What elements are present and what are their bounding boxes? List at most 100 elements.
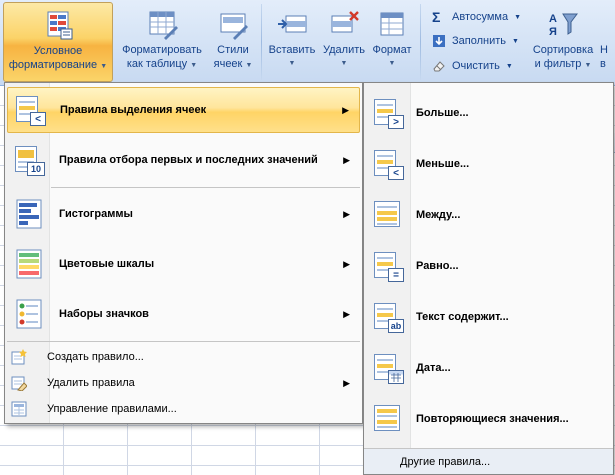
menu-item-label: Цветовые шкалы	[59, 258, 155, 270]
submenu-arrow-icon: ▶	[343, 154, 350, 165]
menu-item-label: Гистограммы	[59, 208, 133, 220]
autosum-button[interactable]: Σ Автосумма ▼	[432, 6, 521, 28]
find-label-2: в	[600, 58, 606, 70]
menu-item-data-bars[interactable]: Гистограммы ▶	[7, 191, 360, 237]
fill-button[interactable]: Заполнить ▼	[432, 30, 519, 52]
delete-cells-icon	[328, 8, 360, 40]
delete-label: Удалить	[323, 44, 365, 56]
dropdown-caret-icon: ▼	[388, 60, 396, 67]
cell-styles-button[interactable]: Стили ячеек ▼	[208, 2, 258, 82]
submenu-item-label: Дата...	[416, 362, 451, 374]
ribbon: Условное форматирование ▼ Форматировать …	[0, 0, 615, 86]
menu-separator	[7, 341, 360, 342]
menu-item-label: Создать правило...	[47, 351, 144, 363]
eraser-icon	[432, 59, 446, 73]
submenu-item-date-occurring[interactable]: Дата...	[366, 348, 611, 388]
dropdown-caret-icon: ▼	[100, 63, 108, 70]
dropdown-caret-icon: ▼	[512, 37, 519, 45]
submenu-item-label: Меньше...	[416, 158, 470, 170]
menu-item-icon-sets[interactable]: Наборы значков ▶	[7, 291, 360, 337]
data-bars-icon	[13, 198, 45, 230]
menu-item-label: Правила отбора первых и последних значен…	[59, 154, 318, 166]
menu-item-manage-rules[interactable]: Управление правилами...	[7, 397, 360, 421]
insert-cells-icon	[276, 8, 308, 40]
submenu-item-label: Больше...	[416, 107, 469, 119]
fill-label: Заполнить	[452, 35, 507, 47]
submenu-item-equal-to[interactable]: = Равно...	[366, 246, 611, 286]
cell-styles-label-1: Стили	[217, 44, 249, 56]
dropdown-caret-icon: ▼	[245, 62, 253, 69]
menu-item-label: Удалить правила	[47, 377, 135, 389]
submenu-item-between[interactable]: Между...	[366, 195, 611, 235]
new-rule-icon	[11, 349, 27, 365]
format-button[interactable]: Формат ▼	[369, 2, 415, 82]
ribbon-group-separator	[261, 4, 262, 80]
submenu-item-text-contains[interactable]: ab Текст содержит...	[366, 297, 611, 337]
menu-item-highlight-cells-rules[interactable]: < Правила выделения ячеек ▶	[7, 87, 360, 133]
dropdown-caret-icon: ▼	[584, 62, 592, 69]
find-label-1: Н	[600, 44, 608, 56]
highlight-cells-rules-icon: <	[14, 94, 46, 126]
autosum-label: Автосумма	[452, 11, 509, 23]
delete-button[interactable]: Удалить ▼	[319, 2, 369, 82]
submenu-item-less-than[interactable]: < Меньше...	[366, 144, 611, 184]
manage-rules-icon	[11, 401, 27, 417]
between-icon	[372, 199, 404, 231]
menu-item-label: Наборы значков	[59, 308, 149, 320]
conditional-formatting-menu: < Правила выделения ячеек ▶ 10 Правила о…	[4, 82, 363, 424]
format-label: Формат	[372, 44, 412, 56]
less-than-icon: <	[372, 148, 404, 180]
insert-button[interactable]: Вставить ▼	[265, 2, 319, 82]
sort-filter-label-1: Сортировка	[532, 44, 594, 56]
menu-item-color-scales[interactable]: Цветовые шкалы ▶	[7, 241, 360, 287]
submenu-item-duplicate-values[interactable]: Повторяющиеся значения...	[366, 399, 611, 439]
dropdown-caret-icon: ▼	[190, 62, 198, 69]
submenu-arrow-icon: ▶	[343, 308, 350, 319]
submenu-item-label: Между...	[416, 209, 461, 221]
menu-item-label: Управление правилами...	[47, 403, 177, 415]
svg-text:A: A	[549, 13, 557, 25]
find-select-button[interactable]: Н в	[600, 2, 615, 82]
cell-styles-icon	[217, 8, 249, 40]
format-as-table-label-1: Форматировать	[122, 44, 202, 56]
conditional-formatting-label-2: форматирование ▼	[8, 59, 108, 71]
menu-item-new-rule[interactable]: Создать правило...	[7, 345, 360, 369]
dropdown-caret-icon: ▼	[514, 13, 522, 21]
color-scales-icon	[13, 248, 45, 280]
cell-styles-label-2: ячеек ▼	[213, 58, 253, 70]
fill-down-icon	[432, 34, 446, 48]
format-cells-icon	[376, 8, 408, 40]
submenu-arrow-icon: ▶	[343, 377, 350, 388]
more-rules-label: Другие правила...	[400, 455, 491, 468]
dropdown-caret-icon: ▼	[340, 60, 348, 67]
clear-label: Очистить	[452, 60, 500, 72]
format-as-table-button[interactable]: Форматировать как таблицу ▼	[116, 2, 208, 82]
text-contains-icon: ab	[372, 301, 404, 333]
submenu-item-label: Равно...	[416, 260, 459, 272]
duplicate-values-icon	[372, 403, 404, 435]
submenu-item-label: Повторяющиеся значения...	[416, 413, 569, 425]
highlight-cells-rules-submenu: > Больше... < Меньше... Между... = Равно…	[363, 82, 614, 475]
sort-filter-icon: A Я	[547, 8, 579, 40]
conditional-formatting-label-1: Условное	[33, 45, 83, 57]
submenu-item-more-rules[interactable]: Другие правила...	[364, 448, 613, 474]
insert-label: Вставить	[268, 44, 316, 56]
submenu-item-greater-than[interactable]: > Больше...	[366, 93, 611, 133]
clear-button[interactable]: Очистить ▼	[432, 55, 513, 77]
equal-to-icon: =	[372, 250, 404, 282]
sort-filter-button[interactable]: A Я Сортировка и фильтр ▼	[528, 2, 598, 82]
conditional-formatting-button[interactable]: Условное форматирование ▼	[3, 2, 113, 82]
dropdown-caret-icon: ▼	[505, 62, 513, 70]
format-as-table-icon	[146, 8, 178, 40]
format-as-table-label-2: как таблицу ▼	[126, 58, 198, 70]
submenu-arrow-icon: ▶	[343, 258, 350, 269]
date-occurring-icon	[372, 352, 404, 384]
sort-filter-label-2: и фильтр ▼	[534, 58, 592, 70]
svg-text:Я: Я	[549, 26, 557, 38]
menu-item-clear-rules[interactable]: Удалить правила ▶	[7, 371, 360, 395]
greater-than-icon: >	[372, 97, 404, 129]
ribbon-group-separator	[420, 4, 421, 80]
clear-rules-icon	[11, 375, 28, 392]
menu-separator	[51, 187, 360, 188]
menu-item-top-bottom-rules[interactable]: 10 Правила отбора первых и последних зна…	[7, 137, 360, 183]
